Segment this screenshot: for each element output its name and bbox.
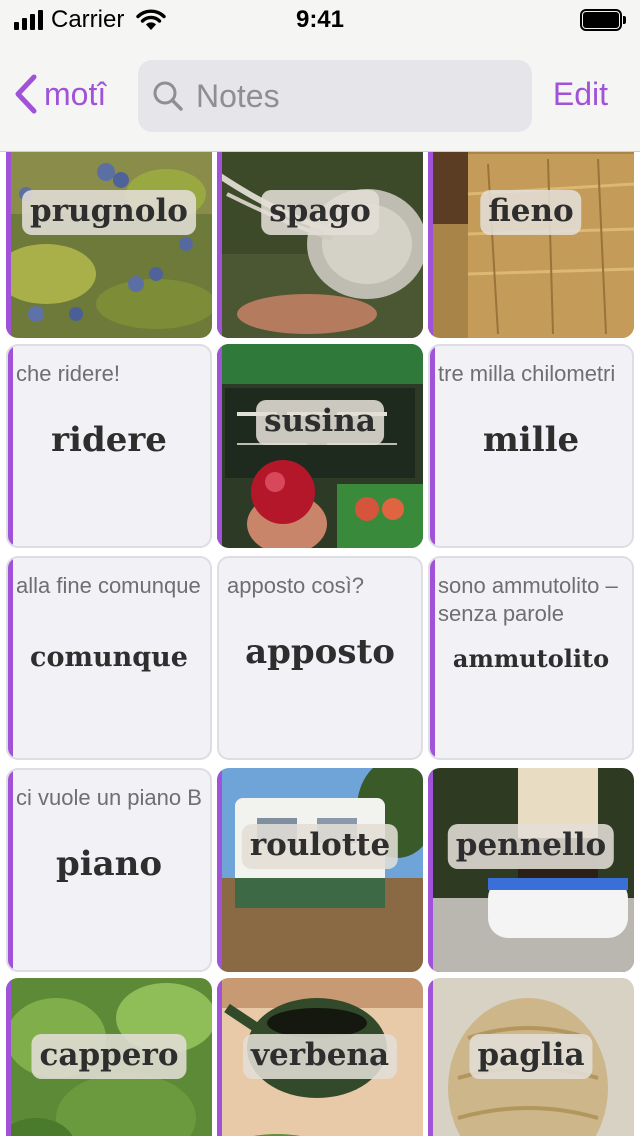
card-roulotte[interactable]: roulotte xyxy=(217,768,423,972)
card-word: ammutolito xyxy=(452,644,610,673)
card-note: tre milla chilometri xyxy=(438,361,616,386)
card-prugnolo[interactable]: prugnolo xyxy=(6,152,212,338)
card-ridere[interactable]: che ridere! ridere xyxy=(6,344,212,548)
card-word: roulotte xyxy=(241,824,399,869)
card-word: prugnolo xyxy=(22,190,196,235)
card-word: verbena xyxy=(242,1034,398,1079)
back-label: motî xyxy=(44,75,107,112)
card-word: spago xyxy=(261,190,379,235)
navigation-bar: motî Edit xyxy=(0,40,640,152)
twine-photo xyxy=(217,152,423,338)
edit-button[interactable]: Edit xyxy=(553,76,608,113)
caravan-photo xyxy=(217,768,423,972)
card-ammutolito[interactable]: sono ammutolito – senza parole ammutolit… xyxy=(428,556,634,760)
card-word: comunque xyxy=(30,642,188,673)
search-icon xyxy=(153,81,183,111)
card-verbena[interactable]: verbena xyxy=(217,978,423,1136)
blackthorn-photo xyxy=(6,152,212,338)
card-word: fieno xyxy=(480,190,582,235)
card-note: ci vuole un piano B xyxy=(16,785,202,810)
card-susina[interactable]: susina xyxy=(217,344,423,548)
chevron-left-icon xyxy=(15,74,37,114)
card-word: cappero xyxy=(31,1034,187,1079)
card-comunque[interactable]: alla fine comunque comunque xyxy=(6,556,212,760)
card-word: paglia xyxy=(469,1034,593,1079)
plum-photo xyxy=(217,344,423,548)
card-fieno[interactable]: fieno xyxy=(428,152,634,338)
card-word: susina xyxy=(256,400,384,445)
status-bar: Carrier 9:41 xyxy=(0,0,640,40)
search-input[interactable] xyxy=(196,77,496,115)
clock: 9:41 xyxy=(295,6,345,33)
card-cappero[interactable]: cappero xyxy=(6,978,212,1136)
hay-bale-photo xyxy=(428,152,634,338)
card-mille[interactable]: tre milla chilometri mille xyxy=(428,344,634,548)
paintbrush-photo xyxy=(428,768,634,972)
card-note: alla fine comunque xyxy=(16,573,201,598)
card-word: mille xyxy=(482,420,580,460)
card-word: pennello xyxy=(447,824,615,869)
back-button[interactable]: motî xyxy=(14,72,106,116)
card-apposto[interactable]: apposto così? apposto xyxy=(217,556,423,760)
search-bar[interactable] xyxy=(138,60,532,132)
battery-icon xyxy=(580,9,626,31)
card-word: piano xyxy=(55,844,163,884)
card-pennello[interactable]: pennello xyxy=(428,768,634,972)
notes-grid: prugnolo spago fieno che ridere! ridere xyxy=(0,152,640,1136)
card-note: apposto così? xyxy=(227,573,364,598)
card-spago[interactable]: spago xyxy=(217,152,423,338)
card-word: ridere xyxy=(51,420,167,460)
card-piano[interactable]: ci vuole un piano B piano xyxy=(6,768,212,972)
card-paglia[interactable]: paglia xyxy=(428,978,634,1136)
card-word: apposto xyxy=(245,632,395,672)
card-note: che ridere! xyxy=(16,361,120,386)
card-note: sono ammutolito – senza parole xyxy=(438,573,618,626)
